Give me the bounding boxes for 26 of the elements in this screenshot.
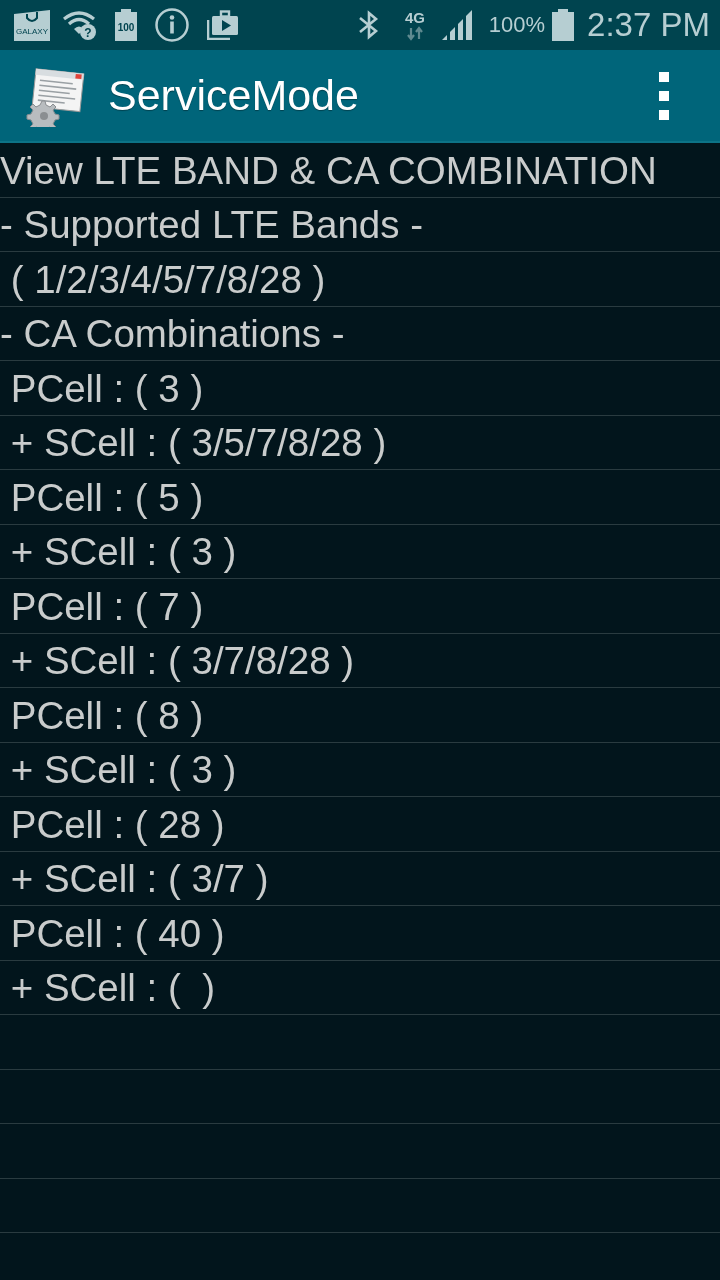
app-title: ServiceMode — [108, 71, 360, 120]
battery-percentage: 100% — [488, 12, 546, 38]
list-item-text: PCell : ( 3 ) — [9, 365, 204, 411]
signal-icon — [441, 10, 474, 40]
list-item-text: + SCell : ( 3 ) — [9, 747, 237, 793]
info-icon — [155, 8, 189, 42]
list-item-text: + SCell : ( 3/7 ) — [9, 856, 269, 902]
list-item-text: ( 1/2/3/4/5/7/8/28 ) — [9, 256, 326, 302]
list-item-text: - CA Combinations - — [0, 311, 345, 357]
play-briefcase-icon — [207, 10, 239, 40]
list-item-text: PCell : ( 8 ) — [9, 692, 204, 738]
list-item-text: PCell : ( 5 ) — [9, 474, 204, 520]
clock-time: 2:37 PM — [587, 6, 710, 44]
list-item-text: PCell : ( 28 ) — [9, 801, 225, 847]
battery-icon — [552, 9, 575, 41]
shopping-bag-icon: GALAXY — [14, 9, 50, 41]
list-item-text: - Supported LTE Bands - — [0, 202, 423, 248]
list-item-text: PCell : ( 7 ) — [9, 583, 204, 629]
battery-icon: 100 — [115, 9, 137, 41]
list-item-text: + SCell : ( 3/5/7/8/28 ) — [9, 420, 387, 466]
list-item-text: + SCell : ( 3 ) — [9, 529, 237, 575]
list-item-text: + SCell : ( 3/7/8/28 ) — [9, 638, 355, 684]
bluetooth-icon — [357, 10, 380, 40]
list-item-text: View LTE BAND & CA COMBINATION — [0, 147, 657, 193]
list-item-text: + SCell : ( ) — [9, 965, 215, 1011]
list-item-text: PCell : ( 40 ) — [9, 910, 225, 956]
